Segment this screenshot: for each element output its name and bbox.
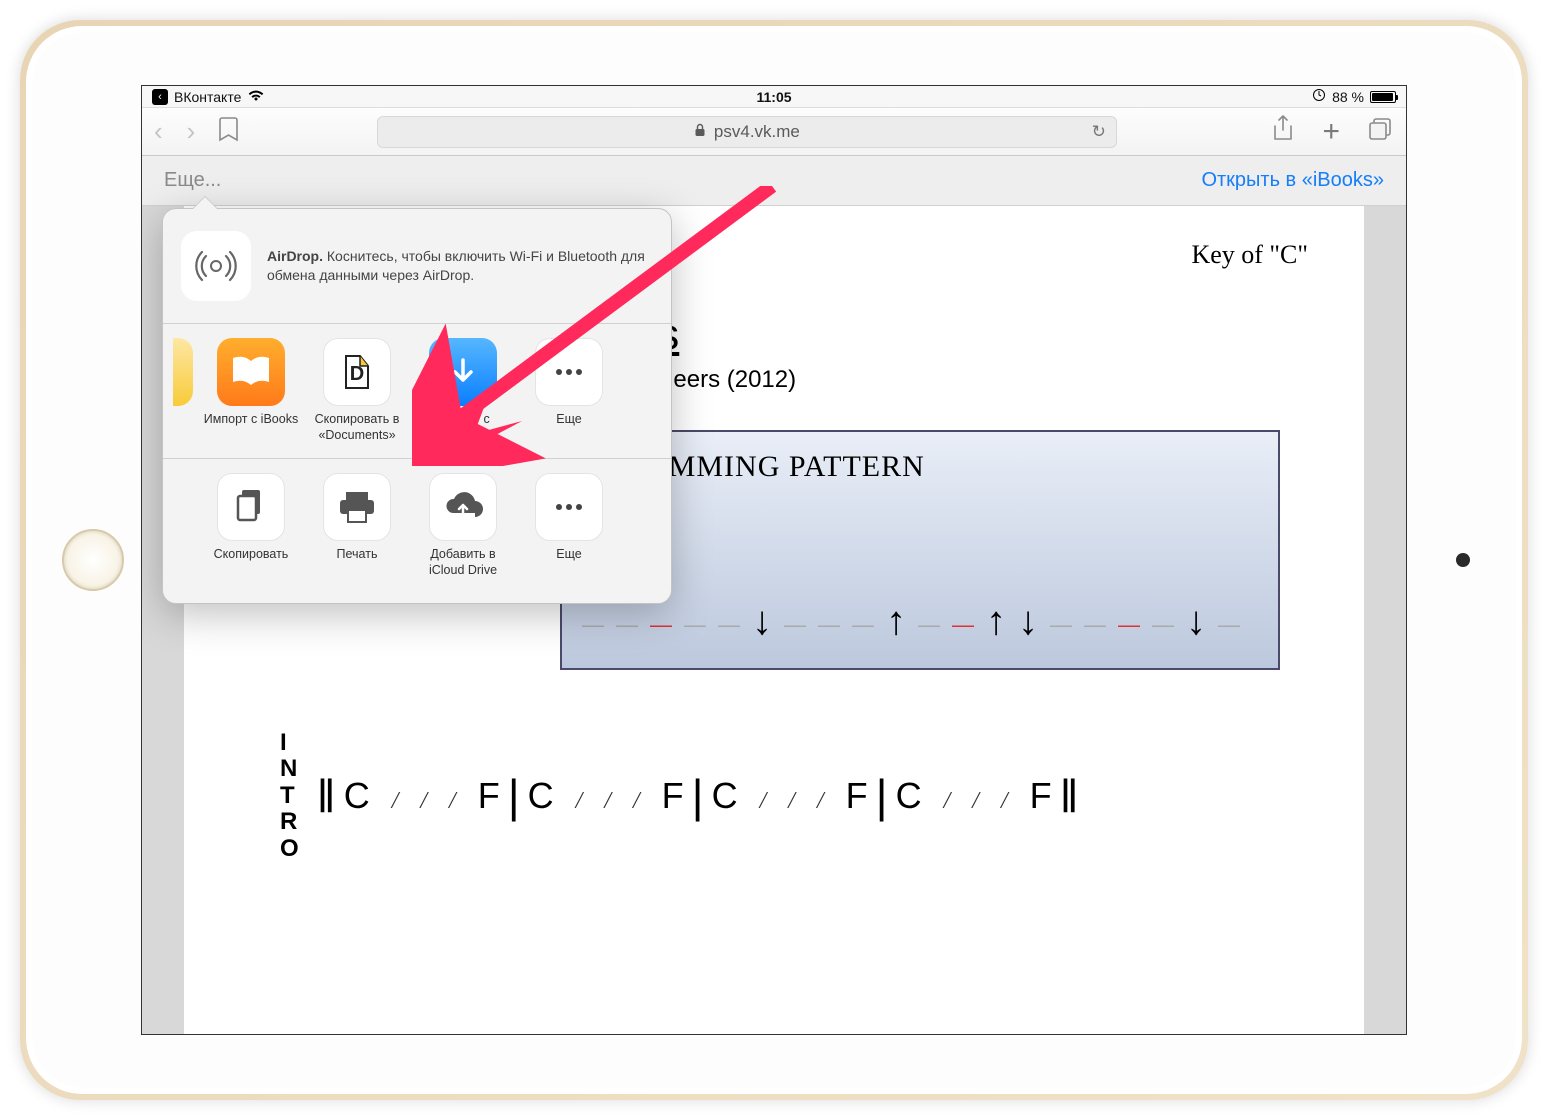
forward-button[interactable]: › bbox=[187, 116, 196, 147]
home-button[interactable] bbox=[62, 529, 124, 591]
partial-app-icon[interactable] bbox=[173, 338, 193, 406]
airdrop-section[interactable]: AirDrop. Коснитесь, чтобы включить Wi-Fi… bbox=[163, 209, 671, 324]
strumming-heading: STRUMMING PATTERN bbox=[588, 450, 1252, 484]
song-subtitle: The Lumineers (2012) bbox=[560, 366, 1308, 394]
copy-item[interactable]: Скопировать bbox=[203, 473, 299, 579]
screen: ‹ ВКонтакте 11:05 88 % bbox=[141, 85, 1407, 1035]
copy-documents-item[interactable]: D Скопировать в «Documents» bbox=[309, 338, 405, 444]
down-arrow-icon: ↓ bbox=[1186, 599, 1206, 644]
down-arrow-icon: ↓ bbox=[752, 599, 772, 644]
print-item[interactable]: Печать bbox=[309, 473, 405, 579]
strum-pattern: ———— —↓—— —↑—— ↑↓—— ——↓— bbox=[582, 593, 1258, 638]
lock-icon bbox=[694, 122, 706, 142]
share-row-actions: Скопировать Печать Добавит bbox=[163, 459, 671, 603]
intro-block: INTRO ‖ C///F | C///F | C///F | C///F bbox=[280, 730, 1308, 862]
up-arrow-icon: ↑ bbox=[986, 599, 1006, 644]
up-arrow-icon: ↑ bbox=[886, 599, 906, 644]
ipad-inner-frame: ‹ ВКонтакте 11:05 88 % bbox=[26, 26, 1522, 1094]
address-bar[interactable]: psv4.vk.me ↻ bbox=[377, 116, 1117, 148]
ipad-bezel: ‹ ВКонтакте 11:05 88 % bbox=[32, 32, 1516, 1088]
share-button[interactable] bbox=[1272, 115, 1294, 148]
cloud-upload-icon bbox=[429, 473, 497, 541]
share-row-apps: Импорт с iBooks D Скопировать в «Documen… bbox=[163, 324, 671, 459]
ipad-frame: ‹ ВКонтакте 11:05 88 % bbox=[20, 20, 1528, 1100]
back-to-app-label[interactable]: ВКонтакте bbox=[174, 89, 241, 105]
more-icon bbox=[535, 473, 603, 541]
import-ibooks-item[interactable]: Импорт с iBooks bbox=[203, 338, 299, 444]
back-button[interactable]: ‹ bbox=[154, 116, 163, 147]
battery-icon bbox=[1370, 91, 1396, 103]
chord-bars: ‖ C///F | C///F | C///F | C///F ‖ bbox=[317, 769, 1079, 823]
new-tab-button[interactable]: + bbox=[1322, 115, 1340, 149]
open-in-ibooks-link[interactable]: Открыть в «iBooks» bbox=[1201, 169, 1384, 192]
front-camera bbox=[1456, 553, 1470, 567]
documents-icon: D bbox=[323, 338, 391, 406]
icloud-drive-item[interactable]: Добавить в iCloud Drive bbox=[415, 473, 511, 579]
share-sheet: AirDrop. Коснитесь, чтобы включить Wi-Fi… bbox=[162, 208, 672, 604]
back-to-app-icon[interactable]: ‹ bbox=[152, 89, 168, 105]
tabs-button[interactable] bbox=[1368, 117, 1394, 146]
rotation-lock-icon bbox=[1312, 88, 1326, 105]
more-actions-item[interactable]: Еще bbox=[521, 473, 617, 579]
intro-label: INTRO bbox=[280, 730, 301, 862]
import-downloads-item[interactable]: Импорт с Downloads bbox=[415, 338, 511, 444]
more-apps-item[interactable]: Еще bbox=[521, 338, 617, 444]
downloads-icon bbox=[429, 338, 497, 406]
more-icon bbox=[535, 338, 603, 406]
status-time: 11:05 bbox=[756, 89, 791, 105]
bookmarks-button[interactable] bbox=[219, 116, 241, 147]
url-domain: psv4.vk.me bbox=[714, 122, 800, 142]
safari-toolbar: ‹ › psv4.vk.me ↻ bbox=[142, 108, 1406, 156]
wifi-icon bbox=[247, 88, 265, 105]
status-left: ‹ ВКонтакте bbox=[152, 88, 265, 105]
reader-subbar: Еще... Открыть в «iBooks» bbox=[142, 156, 1406, 206]
more-link[interactable]: Еще... bbox=[164, 169, 221, 192]
print-icon bbox=[323, 473, 391, 541]
status-bar: ‹ ВКонтакте 11:05 88 % bbox=[142, 86, 1406, 108]
status-right: 88 % bbox=[1312, 88, 1396, 105]
copy-icon bbox=[217, 473, 285, 541]
ibooks-icon bbox=[217, 338, 285, 406]
airdrop-text: AirDrop. Коснитесь, чтобы включить Wi-Fi… bbox=[267, 247, 653, 285]
battery-percent: 88 % bbox=[1332, 89, 1364, 105]
airdrop-icon bbox=[181, 231, 251, 301]
down-arrow-icon: ↓ bbox=[1018, 599, 1038, 644]
reload-button[interactable]: ↻ bbox=[1092, 122, 1106, 142]
